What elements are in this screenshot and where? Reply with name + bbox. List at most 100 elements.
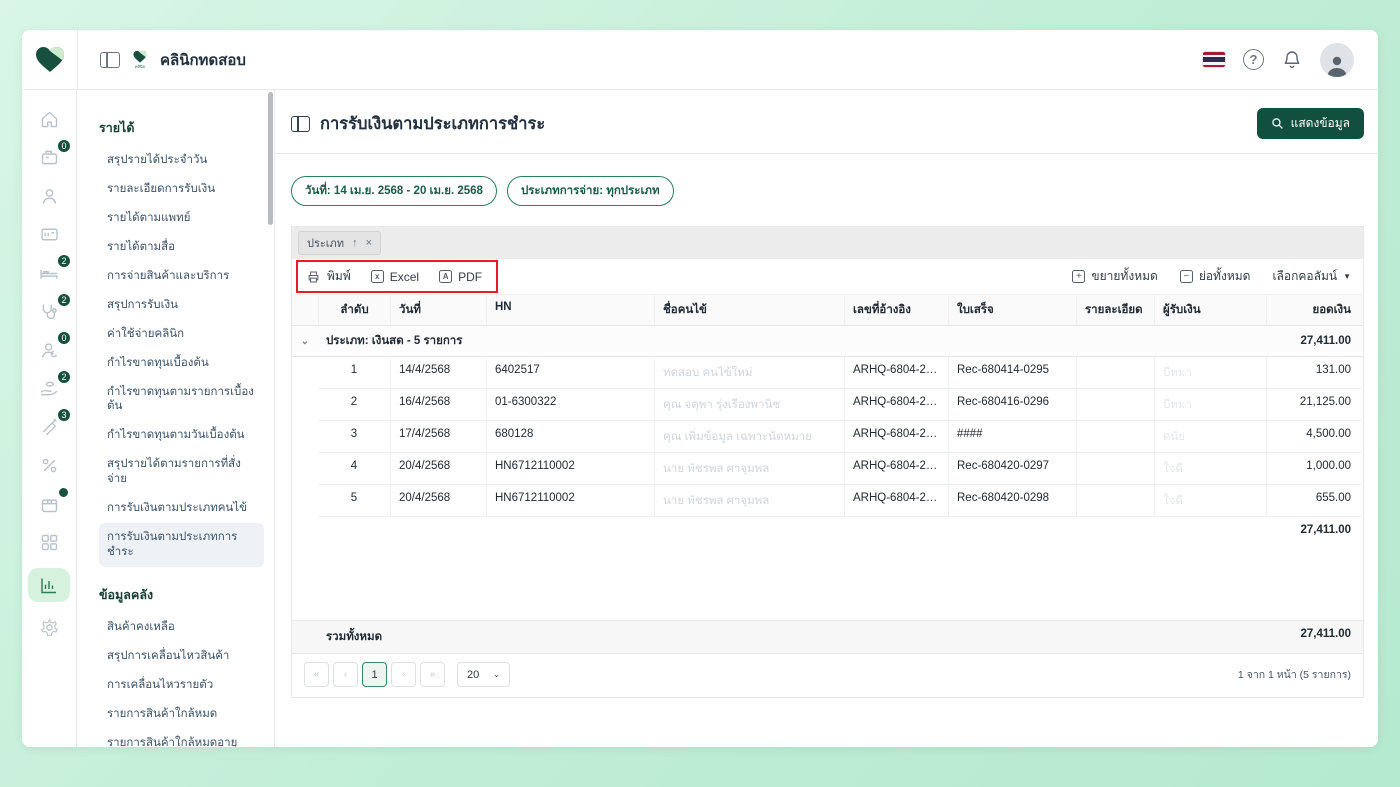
- page-size-select[interactable]: 20 ⌄: [457, 662, 510, 687]
- cell-payee: บีหมา: [1154, 389, 1266, 420]
- sidebar-scrollbar[interactable]: [268, 92, 273, 225]
- sidebar-item[interactable]: กำไรขาดทุนเบื้องต้น: [99, 349, 264, 378]
- sort-asc-icon[interactable]: ↑: [352, 237, 358, 249]
- cell-payee: บีหมา: [1154, 357, 1266, 388]
- stethoscope-icon[interactable]: 2: [29, 299, 69, 325]
- table-row[interactable]: 3 17/4/2568 680128 คุณ เพิ่มข้อมูล เฉพาะ…: [292, 421, 1363, 453]
- inventory-box-icon[interactable]: [29, 491, 69, 517]
- apps-grid-icon[interactable]: [29, 530, 69, 556]
- cell-hn: HN6712110002: [486, 485, 654, 516]
- sidebar-item[interactable]: รายการสินค้าใกล้หมดอายุ: [99, 729, 264, 747]
- col-header-detail[interactable]: รายละเอียด: [1076, 295, 1154, 325]
- discount-percent-icon[interactable]: [29, 453, 69, 479]
- sidebar-item[interactable]: การรับเงินตามประเภทการชำระ: [99, 523, 264, 567]
- show-data-button[interactable]: แสดงข้อมูล: [1257, 108, 1364, 139]
- table-row[interactable]: 1 14/4/2568 6402517 ทดสอบ คนไข้ใหม่ ARHQ…: [292, 357, 1363, 389]
- cell-payee: ใจดี: [1154, 453, 1266, 484]
- table-header-row: ลำดับ วันที่ HN ชื่อคนไข้ เลขที่อ้างอิง …: [292, 295, 1363, 326]
- cell-index: 3: [318, 421, 390, 452]
- col-header-reference[interactable]: เลขที่อ้างอิง: [844, 295, 948, 325]
- pos-badge: 0: [57, 139, 71, 153]
- bed-icon[interactable]: 2: [29, 260, 69, 286]
- staff-icon[interactable]: 0: [29, 337, 69, 363]
- group-subtotal-row: 27,411.00: [292, 517, 1363, 543]
- date-range-chip[interactable]: วันที่: 14 เม.ย. 2568 - 20 เม.ย. 2568: [291, 176, 497, 206]
- procedure-pen-icon[interactable]: 3: [29, 414, 69, 440]
- sidebar-item[interactable]: สรุปการรับเงิน: [99, 291, 264, 320]
- print-button[interactable]: พิมพ์: [306, 267, 351, 286]
- group-by-chip[interactable]: ประเภท ↑ ×: [298, 231, 381, 255]
- sidebar-item[interactable]: การจ่ายสินค้าและบริการ: [99, 262, 264, 291]
- cell-index: 2: [318, 389, 390, 420]
- settings-gear-icon[interactable]: [29, 615, 69, 641]
- collapse-all-icon: −: [1180, 270, 1193, 283]
- col-header-index[interactable]: ลำดับ: [318, 295, 390, 325]
- col-header-receipt[interactable]: ใบเสร็จ: [948, 295, 1076, 325]
- sidebar-item[interactable]: กำไรขาดทุนตามวันเบื้องต้น: [99, 421, 264, 450]
- sidebar-item[interactable]: สรุปการเคลื่อนไหวสินค้า: [99, 642, 264, 671]
- sidebar-section-income: รายได้: [99, 114, 264, 146]
- export-pdf-button[interactable]: A PDF: [439, 270, 482, 284]
- sidebar-item[interactable]: การเคลื่อนไหวรายตัว: [99, 671, 264, 700]
- cell-detail: [1076, 357, 1154, 388]
- remove-group-icon[interactable]: ×: [366, 237, 372, 249]
- col-header-hn[interactable]: HN: [486, 295, 654, 325]
- help-icon[interactable]: ?: [1243, 49, 1264, 70]
- cell-index: 1: [318, 357, 390, 388]
- sidebar-item[interactable]: กำไรขาดทุนตามรายการเบื้องต้น: [99, 378, 264, 422]
- home-icon[interactable]: [29, 106, 69, 132]
- patients-icon[interactable]: [29, 183, 69, 209]
- cell-amount: 1,000.00: [1266, 453, 1363, 484]
- sidebar-item[interactable]: รายละเอียดการรับเงิน: [99, 175, 264, 204]
- collapse-all-button[interactable]: − ย่อทั้งหมด: [1180, 267, 1251, 286]
- last-page-button[interactable]: »: [420, 662, 445, 687]
- cell-patient-name: คุณ จตุพา รุ่งเรืองพานิช: [654, 389, 844, 420]
- sidebar-item[interactable]: สรุปรายได้ตามรายการที่สั่งจ่าย: [99, 450, 264, 494]
- cell-detail: [1076, 421, 1154, 452]
- col-header-patient[interactable]: ชื่อคนไข้: [654, 295, 844, 325]
- cell-reference: ARHQ-6804-22428: [844, 389, 948, 420]
- col-header-amount[interactable]: ยอดเงิน: [1266, 295, 1363, 325]
- next-page-button[interactable]: ›: [391, 662, 416, 687]
- cell-amount: 655.00: [1266, 485, 1363, 516]
- first-page-button[interactable]: «: [304, 662, 329, 687]
- pos-register-icon[interactable]: 0: [29, 145, 69, 171]
- sidebar-item[interactable]: รายได้ตามแพทย์: [99, 204, 264, 233]
- language-flag-icon[interactable]: [1203, 52, 1225, 67]
- sidebar-item[interactable]: การรับเงินตามประเภทคนไข้: [99, 494, 264, 523]
- current-page-button[interactable]: 1: [362, 662, 387, 687]
- cell-receipt: Rec-680414-0295: [948, 357, 1076, 388]
- notifications-bell-icon[interactable]: [1282, 49, 1302, 70]
- sidebar-item[interactable]: ค่าใช้จ่ายคลินิก: [99, 320, 264, 349]
- collapse-group-chevron-icon[interactable]: ⌄: [292, 336, 318, 347]
- prev-page-button[interactable]: ‹: [333, 662, 358, 687]
- sidebar-item[interactable]: สรุปรายได้ประจำวัน: [99, 146, 264, 175]
- cell-detail: [1076, 453, 1154, 484]
- id-card-icon[interactable]: [29, 222, 69, 248]
- clinic-mini-logo: คลินิก: [132, 50, 148, 69]
- cell-amount: 131.00: [1266, 357, 1363, 388]
- export-excel-button[interactable]: x Excel: [371, 270, 419, 284]
- user-avatar[interactable]: [1320, 43, 1354, 77]
- expand-all-icon: +: [1072, 270, 1085, 283]
- cell-hn: 6402517: [486, 357, 654, 388]
- group-row[interactable]: ⌄ ประเภท: เงินสด - 5 รายการ 27,411.00: [292, 326, 1363, 357]
- reports-chart-icon[interactable]: [28, 568, 70, 602]
- sidebar-item[interactable]: รายการสินค้าใกล้หมด: [99, 700, 264, 729]
- table-row[interactable]: 4 20/4/2568 HN6712110002 นาย พัชรพล ศาจุ…: [292, 453, 1363, 485]
- inventory-badge-dot: [58, 487, 69, 498]
- expand-all-button[interactable]: + ขยายทั้งหมด: [1072, 267, 1157, 286]
- table-row[interactable]: 2 16/4/2568 01-6300322 คุณ จตุพา รุ่งเรื…: [292, 389, 1363, 421]
- payment-type-chip[interactable]: ประเภทการจ่าย: ทุกประเภท: [507, 176, 674, 206]
- sidebar-item[interactable]: สินค้าคงเหลือ: [99, 613, 264, 642]
- hand-payout-icon[interactable]: 2: [29, 376, 69, 402]
- col-header-date[interactable]: วันที่: [390, 295, 486, 325]
- table-row[interactable]: 5 20/4/2568 HN6712110002 นาย พัชรพล ศาจุ…: [292, 485, 1363, 517]
- stethoscope-badge: 2: [57, 293, 71, 307]
- sidebar-toggle-icon[interactable]: [100, 52, 120, 68]
- sidebar-item[interactable]: รายได้ตามสื่อ: [99, 233, 264, 262]
- select-columns-dropdown[interactable]: เลือกคอลัมน์ ▼: [1272, 267, 1351, 286]
- staff-badge: 0: [57, 331, 71, 345]
- top-bar: คลินิก คลินิกทดสอบ ?: [22, 30, 1378, 90]
- col-header-payee[interactable]: ผู้รับเงิน: [1154, 295, 1266, 325]
